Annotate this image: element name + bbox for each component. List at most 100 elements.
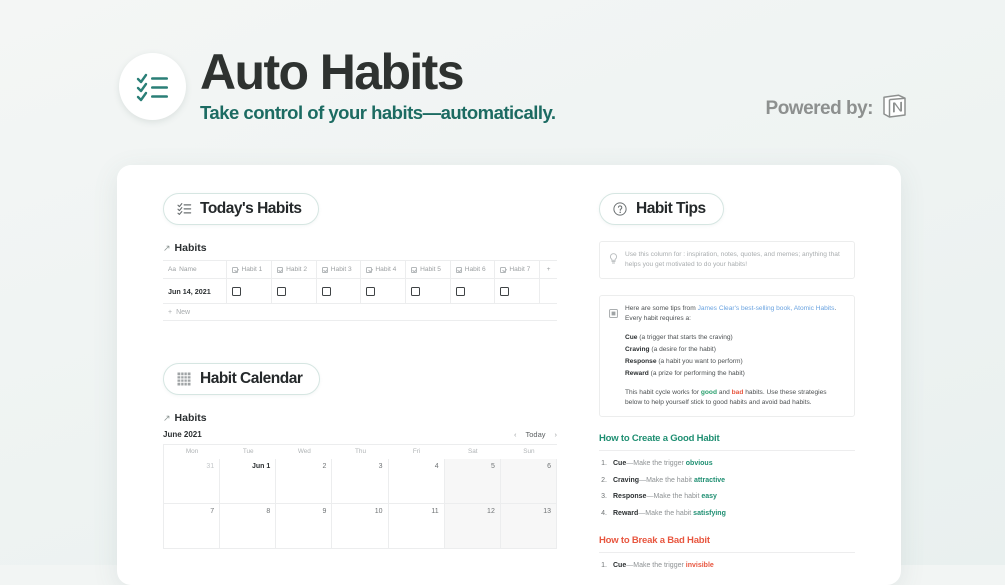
calendar-grid: Mon Tue Wed Thu Fri Sat Sun 31 Jun 1 2 3…	[163, 444, 557, 549]
habit-checkbox[interactable]	[500, 286, 510, 296]
breadcrumb-habits-table[interactable]: ↗ Habits	[163, 242, 579, 254]
calendar-day-cell[interactable]: 2	[276, 459, 333, 503]
section-title-label: Today's Habits	[200, 200, 302, 217]
section-title-label: Habit Calendar	[200, 370, 303, 387]
atomic-habits-link[interactable]: James Clear's best-selling book, Atomic …	[698, 305, 835, 312]
today-button[interactable]: Today	[525, 430, 545, 439]
section-title-habit-calendar[interactable]: Habit Calendar	[163, 363, 321, 395]
cell-habit-5[interactable]	[406, 279, 451, 303]
calendar-day-cell[interactable]: 12	[444, 504, 501, 548]
app-header: Auto Habits Take control of your habits—…	[0, 0, 1005, 160]
cell-habit-2[interactable]	[272, 279, 317, 303]
checklist-icon	[177, 202, 192, 217]
section-title-todays-habits[interactable]: Today's Habits	[163, 193, 320, 225]
list-term: Reward	[613, 509, 639, 517]
app-title: Auto Habits	[200, 44, 465, 100]
powered-by-label: Powered by:	[765, 97, 874, 119]
cell-habit-7[interactable]	[495, 279, 541, 303]
column-header-habit-5[interactable]: Habit 5	[406, 261, 451, 278]
checkbox-icon	[455, 266, 462, 273]
new-row-button[interactable]: + New	[163, 304, 557, 321]
section-title-habit-tips[interactable]: Habit Tips	[599, 193, 724, 225]
add-column-button[interactable]: +	[540, 261, 557, 278]
calendar-day-cell[interactable]: 11	[389, 504, 445, 548]
prev-month-button[interactable]: ‹	[514, 430, 517, 439]
section-title-label: Habit Tips	[636, 200, 706, 217]
calendar-day-cell[interactable]: 10	[332, 504, 389, 548]
weekday-label: Sat	[467, 448, 478, 455]
habit-checkbox[interactable]	[232, 286, 242, 296]
cell-habit-3[interactable]	[317, 279, 362, 303]
app-tagline: Take control of your habits—automaticall…	[200, 102, 556, 123]
calendar-weekday-row: Mon Tue Wed Thu Fri Sat Sun	[164, 445, 557, 459]
list-text: —Make the habit	[639, 476, 694, 484]
checklist-icon	[136, 72, 170, 102]
column-header-habit-2[interactable]: Habit 2	[272, 261, 317, 278]
section-create-good-habit: How to Create a Good Habit 1. Cue—Make t…	[599, 433, 855, 519]
calendar-grid-icon	[177, 372, 192, 387]
checkbox-icon	[232, 266, 239, 273]
cycle-term: Response	[625, 358, 657, 365]
checkbox-icon	[411, 266, 418, 273]
calendar-day-cell[interactable]: 6	[500, 459, 557, 503]
lightbulb-icon	[609, 251, 618, 270]
calendar-day-cell[interactable]: 13	[500, 504, 557, 548]
column-header-name[interactable]: Aa Name	[163, 261, 228, 278]
calendar-day-cell[interactable]: 8	[220, 504, 277, 548]
right-column: Habit Tips Use this column for : inspira…	[579, 193, 901, 585]
new-row-label: New	[176, 308, 191, 316]
column-header-label: Habit 5	[420, 266, 441, 273]
list-number: 1.	[601, 460, 607, 467]
calendar-day-cell[interactable]: 31	[164, 459, 221, 503]
list-term: Response	[613, 493, 647, 500]
calendar-day-cell[interactable]: 4	[389, 459, 445, 503]
cell-name[interactable]: Jun 14, 2021	[163, 279, 228, 303]
column-header-habit-6[interactable]: Habit 6	[451, 261, 496, 278]
checkbox-icon	[321, 266, 328, 273]
closing-part-1: This habit cycle works for	[625, 389, 701, 396]
calendar-month-label: June 2021	[163, 430, 202, 439]
breadcrumb-habits-calendar[interactable]: ↗ Habits	[163, 412, 579, 424]
cycle-term: Craving	[625, 346, 650, 353]
list-keyword: satisfying	[693, 509, 726, 517]
list-number: 1.	[601, 561, 607, 569]
section-break-bad-habit: How to Break a Bad Habit 1. Cue—Make the…	[599, 535, 855, 571]
main-card: Today's Habits ↗ Habits Aa Name Habit 1	[117, 165, 901, 585]
column-header-label: Habit 4	[375, 266, 397, 273]
weekday-label: Fri	[412, 448, 421, 455]
create-habit-title: How to Create a Good Habit	[599, 433, 855, 451]
habit-checkbox[interactable]	[321, 286, 331, 296]
table-header-row: Aa Name Habit 1 Habit 2 Habit 3 Habit 4 …	[163, 261, 557, 279]
next-month-button[interactable]: ›	[555, 430, 558, 439]
list-item: 1. Cue—Make the trigger invisible	[599, 561, 855, 571]
calendar-day-cell[interactable]: 3	[332, 459, 389, 503]
calendar-day-cell[interactable]: 5	[444, 459, 501, 503]
cell-habit-1[interactable]	[227, 279, 273, 303]
habit-checkbox[interactable]	[277, 286, 287, 296]
weekday-label: Mon	[185, 448, 199, 455]
question-mark-icon	[613, 201, 628, 217]
column-header-habit-1[interactable]: Habit 1	[227, 261, 273, 278]
cell-spacer	[540, 279, 557, 303]
calendar-day-cell[interactable]: 9	[276, 504, 333, 548]
cell-habit-4[interactable]	[361, 279, 407, 303]
table-row: Jun 14, 2021	[163, 279, 557, 304]
column-header-habit-7[interactable]: Habit 7	[495, 261, 541, 278]
habit-checkbox[interactable]	[455, 286, 465, 296]
habit-cycle-item: Reward (a prize for performing the habit…	[625, 369, 845, 379]
checkbox-icon	[277, 266, 284, 273]
habit-checkbox[interactable]	[411, 286, 421, 296]
habit-checkbox[interactable]	[366, 286, 376, 296]
calendar-nav: ‹ Today ›	[514, 430, 557, 439]
column-header-label: Habit 1	[241, 266, 263, 273]
calendar-day-cell[interactable]: 7	[164, 504, 221, 548]
callout-tips-line-1: Use this column for : inspiration, notes…	[625, 251, 801, 258]
cell-habit-6[interactable]	[451, 279, 496, 303]
column-header-habit-4[interactable]: Habit 4	[361, 261, 407, 278]
column-header-habit-3[interactable]: Habit 3	[317, 261, 362, 278]
calendar-day-cell[interactable]: Jun 1	[220, 459, 277, 503]
list-term: Cue	[613, 561, 627, 569]
list-item: 2. Craving—Make the habit attractive	[599, 476, 855, 486]
cycle-term: Cue	[625, 334, 638, 341]
bad-keyword: bad	[731, 389, 744, 396]
